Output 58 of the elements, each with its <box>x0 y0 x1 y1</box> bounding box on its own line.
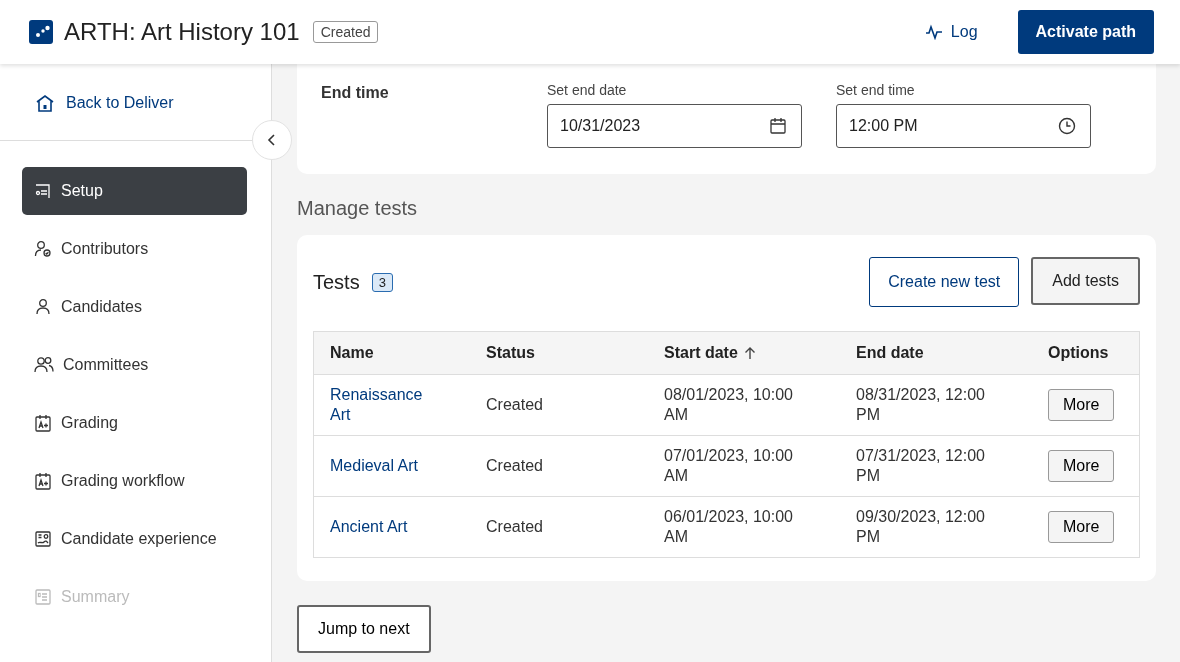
column-header[interactable]: Start date <box>664 344 756 362</box>
column-header[interactable]: End date <box>856 344 924 362</box>
table-cell-text: 07/01/2023, 10:00 AM <box>664 446 794 486</box>
collapse-button[interactable] <box>252 120 292 160</box>
status-badge: Created <box>312 21 379 43</box>
nav-item[interactable]: Setup <box>22 167 247 215</box>
calendar-icon <box>769 117 787 135</box>
profile-card-icon <box>34 530 52 548</box>
table-cell-text: 06/01/2023, 10:00 AM <box>664 507 794 547</box>
form-icon <box>34 182 52 200</box>
table-cell-text: 08/01/2023, 10:00 AM <box>664 385 794 425</box>
field-label: Set end date <box>547 82 628 98</box>
nav-item[interactable]: Candidates <box>22 283 247 331</box>
nav-item[interactable]: Grading workflow <box>22 457 247 505</box>
table-cell-text: 09/30/2023, 12:00 PM <box>856 507 986 547</box>
tests-title: Tests <box>313 270 360 294</box>
course-title: ARTH: Art History 101 <box>64 18 300 46</box>
arrow-up-icon <box>743 346 756 360</box>
user-check-icon <box>34 240 52 258</box>
more-button[interactable]: More <box>1048 511 1115 543</box>
chevron-left-icon <box>267 133 277 147</box>
create-test-button[interactable]: Create new test <box>869 257 1020 307</box>
test-name-link[interactable]: Renaissance Art <box>330 385 442 425</box>
time-field[interactable]: 12:00 PM <box>836 104 1091 148</box>
table-cell: Created <box>486 518 543 535</box>
nav-item[interactable]: Candidate experience <box>22 515 247 563</box>
activity-icon <box>924 24 943 40</box>
grade-icon <box>34 414 52 432</box>
test-name-link[interactable]: Medieval Art <box>330 456 419 476</box>
section-heading: Manage tests <box>297 197 419 220</box>
jump-to-next-button[interactable]: Jump to next <box>297 605 431 653</box>
table-cell-text: 08/31/2023, 12:00 PM <box>856 385 986 425</box>
count-badge: 3 <box>371 272 393 292</box>
test-name-link[interactable]: Ancient Art <box>330 517 408 537</box>
grade-icon <box>34 472 52 490</box>
date-field[interactable]: 10/31/2023 <box>547 104 802 148</box>
back-link[interactable]: Back to Deliver <box>0 64 271 112</box>
nav-item[interactable]: Grading <box>22 399 247 447</box>
end-time-label: End time <box>321 83 390 103</box>
more-button[interactable]: More <box>1048 450 1115 482</box>
add-tests-button[interactable]: Add tests <box>1031 257 1140 305</box>
field-label: Set end time <box>836 82 916 98</box>
nav-item[interactable]: Contributors <box>22 225 247 273</box>
table-cell: Created <box>486 396 543 413</box>
clock-icon <box>1058 117 1076 135</box>
table-cell: Created <box>486 457 543 474</box>
nav-item[interactable]: Committees <box>22 341 247 389</box>
activate-path-button[interactable]: Activate path <box>1017 10 1154 54</box>
user-icon <box>34 298 52 316</box>
column-header[interactable]: Status <box>486 344 535 362</box>
logo-icon <box>29 20 53 44</box>
more-button[interactable]: More <box>1048 389 1115 421</box>
home-icon <box>35 94 55 112</box>
column-header[interactable]: Name <box>330 344 374 362</box>
log-button[interactable]: Log <box>918 22 984 42</box>
document-icon <box>34 588 52 606</box>
users-icon <box>34 356 54 374</box>
table-cell-text: 07/31/2023, 12:00 PM <box>856 446 986 486</box>
